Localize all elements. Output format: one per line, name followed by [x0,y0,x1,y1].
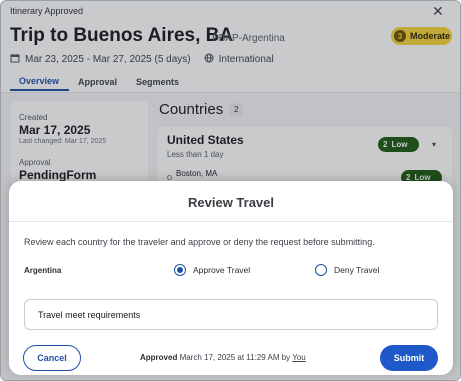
comment-field[interactable]: Travel meet requirements [24,299,438,330]
approve-radio[interactable] [174,264,186,276]
review-country-label: Argentina [24,266,62,275]
submit-button[interactable]: Submit [380,345,438,371]
itinerary-window: Itinerary Approved ✕ Trip to Buenos Aire… [0,0,461,381]
approve-travel-option[interactable]: Approve Travel [174,264,250,276]
approved-by-link[interactable]: You [292,353,306,362]
approved-detail: March 17, 2025 at 11:29 AM by [177,353,293,362]
deny-radio[interactable] [315,264,327,276]
modal-description: Review each country for the traveler and… [24,237,375,247]
modal-divider [9,221,453,222]
approval-status: Approved March 17, 2025 at 11:29 AM by Y… [140,353,306,362]
cancel-button[interactable]: Cancel [23,345,81,371]
approve-travel-label: Approve Travel [193,265,251,275]
approved-word: Approved [140,353,178,362]
deny-travel-option[interactable]: Deny Travel [315,264,379,276]
deny-travel-label: Deny Travel [334,265,380,275]
modal-title: Review Travel [188,195,274,210]
review-travel-modal: Review Travel Review each country for th… [9,181,453,375]
